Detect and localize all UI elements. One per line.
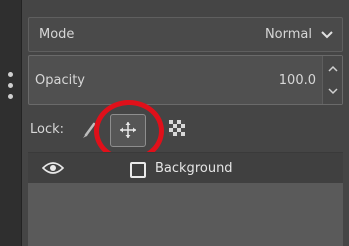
spin-up-icon[interactable] <box>327 64 339 74</box>
layers-panel: Mode Normal Opacity 100.0 Lock: Backgrou… <box>22 0 349 246</box>
mode-value[interactable]: Normal <box>265 27 312 42</box>
layer-name[interactable]: Background <box>155 161 233 176</box>
layer-list: Background <box>28 152 343 246</box>
checkerboard-icon[interactable] <box>169 120 185 136</box>
spin-down-icon[interactable] <box>327 86 339 96</box>
lock-label: Lock: <box>30 122 65 137</box>
opacity-spinbox[interactable]: Opacity 100.0 <box>28 55 343 105</box>
mode-dropdown[interactable]: Mode Normal <box>28 17 343 52</box>
mode-label: Mode <box>39 27 75 42</box>
lock-row: Lock: <box>28 100 343 162</box>
dock-gutter <box>0 0 22 246</box>
layer-row[interactable]: Background <box>28 153 343 183</box>
opacity-value[interactable]: 100.0 <box>279 73 316 88</box>
chevron-down-icon[interactable] <box>320 29 334 41</box>
opacity-label: Opacity <box>35 73 86 88</box>
opacity-stepper[interactable] <box>322 56 342 104</box>
grip-dots-icon[interactable] <box>8 72 14 102</box>
layer-thumbnail <box>130 162 146 178</box>
eye-icon[interactable] <box>42 161 64 175</box>
